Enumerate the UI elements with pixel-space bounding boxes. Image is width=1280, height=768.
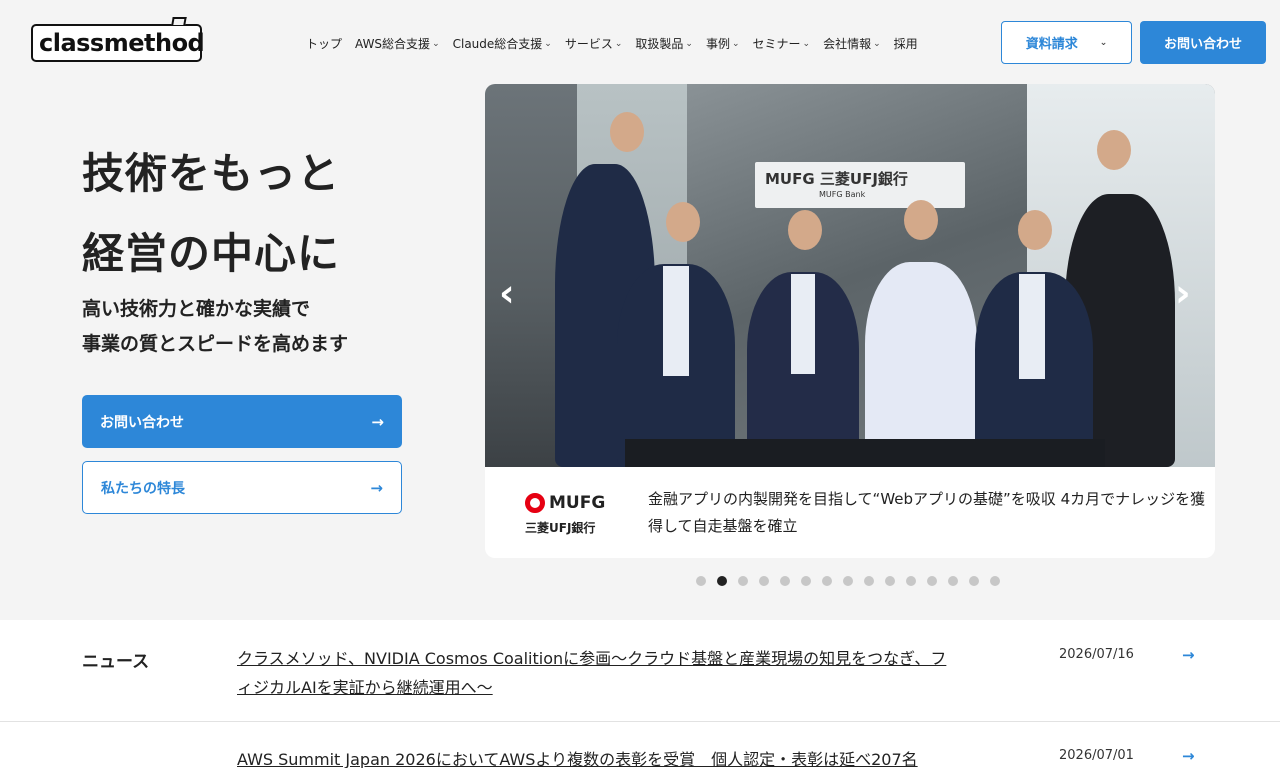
doc-request-button[interactable]: 資料請求 ⌄	[1001, 21, 1132, 64]
news-date: 2026/07/01	[1059, 748, 1134, 763]
hero-sub-line2: 事業の質とスピードを高めます	[82, 333, 349, 355]
carousel-dot[interactable]	[990, 576, 1000, 586]
hero-title-line1: 技術をもっと	[82, 149, 341, 198]
nav-item-label: 採用	[893, 37, 918, 51]
nav-item-label: 会社情報	[823, 37, 872, 51]
person-shirt	[1019, 274, 1045, 379]
arrow-right-icon: →	[371, 412, 384, 431]
nav-item-label: サービス	[564, 37, 613, 51]
carousel-dot[interactable]	[822, 576, 832, 586]
person-head	[788, 210, 822, 250]
carousel-pagination	[696, 576, 1000, 586]
news-section: ニュース クラスメソッド、NVIDIA Cosmos Coalitionに参画〜…	[0, 620, 1280, 768]
chevron-down-icon: ⌄	[432, 38, 440, 49]
doc-request-label: 資料請求	[1025, 37, 1078, 52]
contact-button[interactable]: お問い合わせ	[1140, 21, 1266, 64]
news-date: 2026/07/16	[1059, 647, 1134, 662]
nav-item-label: セミナー	[752, 37, 801, 51]
person-silhouette	[865, 262, 977, 467]
nav-item[interactable]: Claude総合支援 ⌄	[453, 35, 552, 52]
arrow-right-icon: →	[370, 478, 383, 497]
person-shirt	[663, 266, 689, 376]
news-label: ニュース	[82, 652, 150, 672]
classmethod-logo[interactable]: classmethod	[31, 17, 205, 62]
nav-item-label: Claude総合支援	[452, 37, 543, 51]
chevron-down-icon: ⌄	[1099, 37, 1108, 48]
carousel-dot[interactable]	[759, 576, 769, 586]
chevron-down-icon: ⌄	[802, 38, 811, 49]
nav-item[interactable]: セミナー ⌄	[753, 35, 811, 52]
hero-title: 技術をもっと 経営の中心に	[82, 134, 340, 294]
nav-item[interactable]: 事例 ⌄	[706, 35, 740, 52]
hero-subtitle: 高い技術力と確かな実績で 事業の質とスピードを高めます	[82, 292, 348, 362]
person-head	[904, 200, 938, 240]
main-nav: トップ AWS総合支援 ⌄ Claude総合支援 ⌄ サービス ⌄ 取扱製品 ⌄ 事例 ⌄ セミナー ⌄…	[306, 35, 918, 52]
person-head	[666, 202, 700, 242]
features-button[interactable]: 私たちの特長 →	[82, 461, 402, 514]
mufg-logo-text: MUFG	[549, 492, 606, 513]
person-head	[1018, 210, 1052, 250]
nav-item[interactable]: サービス ⌄	[565, 35, 623, 52]
logo-notch	[171, 17, 187, 25]
logo-text: classmethod	[39, 29, 205, 57]
nav-item[interactable]: 取扱製品 ⌄	[635, 35, 693, 52]
carousel-dot[interactable]	[864, 576, 874, 586]
carousel-dot[interactable]	[969, 576, 979, 586]
carousel-dot[interactable]	[696, 576, 706, 586]
nav-item-label: 事例	[705, 37, 730, 51]
nav-item-label: AWS総合支援	[355, 37, 431, 51]
nav-item[interactable]: 会社情報 ⌄	[823, 35, 881, 52]
person-head	[1097, 130, 1131, 170]
chevron-down-icon: ⌄	[731, 38, 740, 49]
carousel-dot[interactable]	[948, 576, 958, 586]
nav-item[interactable]: トップ	[306, 35, 342, 52]
mufg-wall-sign: MUFG 三菱UFJ銀行 MUFG Bank	[755, 162, 965, 208]
sign-subtext: MUFG Bank	[819, 190, 866, 199]
carousel-dot[interactable]	[885, 576, 895, 586]
chevron-down-icon: ⌄	[544, 38, 552, 49]
carousel-dot[interactable]	[717, 576, 727, 586]
news-title[interactable]: クラスメソッド、NVIDIA Cosmos Coalitionに参画〜クラウド基…	[237, 644, 957, 702]
hero-title-line2: 経営の中心に	[82, 229, 341, 278]
nav-item-label: 取扱製品	[635, 37, 684, 51]
hero-contact-button[interactable]: お問い合わせ →	[82, 395, 402, 448]
arrow-right-icon[interactable]: →	[1182, 646, 1195, 664]
mufg-logo: MUFG 三菱UFJ銀行	[525, 492, 615, 536]
carousel-dot[interactable]	[801, 576, 811, 586]
features-label: 私たちの特長	[101, 480, 185, 497]
mufg-logo-jp: 三菱UFJ銀行	[525, 520, 596, 535]
nav-item[interactable]: 採用	[894, 35, 918, 52]
carousel-dot[interactable]	[906, 576, 916, 586]
chevron-down-icon: ⌄	[685, 38, 693, 49]
case-study-slide[interactable]: MUFG 三菱UFJ銀行 MUFG Bank ‹ › MUFG 三菱UFJ銀行 …	[485, 84, 1215, 558]
carousel-dot[interactable]	[780, 576, 790, 586]
bench	[625, 439, 1105, 467]
carousel-next-icon[interactable]: ›	[1175, 274, 1191, 312]
chevron-down-icon: ⌄	[873, 38, 881, 49]
news-title[interactable]: AWS Summit Japan 2026においてAWSより複数の表彰を受賞 個…	[237, 745, 957, 768]
arrow-right-icon[interactable]: →	[1182, 747, 1195, 765]
nav-item-label: トップ	[306, 37, 343, 51]
chevron-down-icon: ⌄	[614, 38, 623, 49]
news-divider	[0, 721, 1280, 722]
nav-item[interactable]: AWS総合支援 ⌄	[355, 35, 440, 52]
person-shirt	[791, 274, 815, 374]
case-study-photo: MUFG 三菱UFJ銀行 MUFG Bank	[485, 84, 1215, 467]
carousel-prev-icon[interactable]: ‹	[499, 274, 515, 312]
carousel-dot[interactable]	[843, 576, 853, 586]
carousel-dot[interactable]	[927, 576, 937, 586]
mufg-mark-icon	[525, 492, 545, 513]
carousel-dot[interactable]	[738, 576, 748, 586]
sign-text: MUFG 三菱UFJ銀行	[765, 170, 908, 188]
case-study-caption: 金融アプリの内製開発を目指して“Webアプリの基礎”を吸収 4カ月でナレッジを獲…	[648, 490, 1206, 535]
person-head	[610, 112, 644, 152]
hero-contact-label: お問い合わせ	[100, 414, 184, 431]
site-header: classmethod トップ AWS総合支援 ⌄ Claude総合支援 ⌄ サービス ⌄ 取…	[0, 0, 1280, 84]
hero-sub-line1: 高い技術力と確かな実績で	[82, 298, 311, 320]
